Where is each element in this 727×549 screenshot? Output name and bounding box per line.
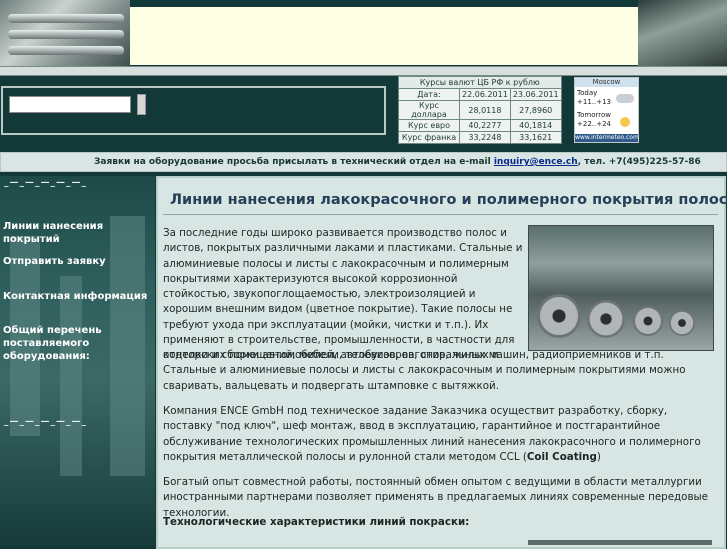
currency-date-2: 23.06.2011 xyxy=(509,88,562,101)
sidebar-item-coating-lines[interactable]: Линии нанесения покрытий xyxy=(3,220,153,246)
currency-date-label: Дата: xyxy=(398,88,460,101)
subheading-specs: Технологические характеристики линий пок… xyxy=(163,516,470,528)
weather-tomorrow-label: Tomorrow xyxy=(577,111,611,119)
header-banner xyxy=(130,7,638,65)
currency-rates-table: Курсы валют ЦБ РФ к рублю Дата: 22.06.20… xyxy=(398,76,562,144)
sidebar-divider-bottom: _—_—_—_—_—_ xyxy=(4,417,87,427)
sidebar-divider-top: _—_—_—_—_—_ xyxy=(4,178,87,188)
email-link[interactable]: inquiry@ence.ch xyxy=(494,157,578,167)
header-divider xyxy=(0,66,727,76)
sidebar: _—_—_—_—_—_ Линии нанесения покрытий Отп… xyxy=(0,176,155,545)
currency-row-label: Курс евро xyxy=(398,119,460,132)
sidebar-item-contacts[interactable]: Контактная информация xyxy=(3,290,153,303)
currency-row-value: 40,1814 xyxy=(509,119,562,132)
currency-row-label: Курс доллара xyxy=(398,100,460,120)
sidebar-background-image xyxy=(60,276,82,476)
weather-city: Moscow xyxy=(575,78,638,87)
search-button[interactable] xyxy=(137,94,146,115)
notice-bar: Заявки на оборудование просьба присылать… xyxy=(0,152,727,172)
cloud-icon xyxy=(616,94,634,103)
header-image-factory xyxy=(638,0,727,68)
weather-source-link[interactable]: www.intermeteo.com xyxy=(575,134,639,142)
header-image-pipes xyxy=(0,0,130,68)
search-input[interactable] xyxy=(9,96,131,113)
currency-row-value: 27,8960 xyxy=(509,100,562,120)
sun-icon xyxy=(620,117,630,127)
coil-coating-term: Coil Coating xyxy=(526,450,597,463)
currency-row-value: 33,2248 xyxy=(459,131,511,144)
paragraph-intro-1: За последние годы широко развивается про… xyxy=(163,227,523,362)
paragraph-company: Компания ENCE GmbH под техническое задан… xyxy=(163,404,715,465)
company-text-end: ) xyxy=(596,450,601,463)
coil-storage-photo xyxy=(528,225,714,351)
paragraph-intro-2: конторских помещений, мебели, телевизоро… xyxy=(163,349,686,392)
currency-date-1: 22.06.2011 xyxy=(459,88,511,101)
notice-phone: , тел. +7(495)225-57-86 xyxy=(577,157,701,167)
currency-caption: Курсы валют ЦБ РФ к рублю xyxy=(398,76,562,89)
weather-today-label: Today xyxy=(577,89,598,97)
sidebar-item-equipment-list[interactable]: Общий перечень поставляемого оборудовани… xyxy=(3,324,123,363)
sidebar-item-send-request[interactable]: Отправить заявку xyxy=(3,255,153,268)
company-text: Компания ENCE GmbH под техническое задан… xyxy=(163,405,701,463)
currency-row-value: 40,2277 xyxy=(459,119,511,132)
weather-tomorrow-temp: +22..+24 xyxy=(577,120,611,128)
line-photo xyxy=(528,540,712,545)
currency-row-value: 33,1621 xyxy=(509,131,562,144)
page-title: Линии нанесения лакокрасочного и полимер… xyxy=(170,192,727,208)
weather-today-temp: +11..+13 xyxy=(577,98,611,106)
paragraph-experience: Богатый опыт совместной работы, постоянн… xyxy=(163,476,708,519)
title-divider xyxy=(163,214,718,215)
currency-row-label: Курс франка xyxy=(398,131,460,144)
currency-row-value: 28,0118 xyxy=(459,100,511,120)
weather-widget[interactable]: Moscow Today +11..+13 Tomorrow +22..+24 … xyxy=(574,77,639,143)
notice-text: Заявки на оборудование просьба присылать… xyxy=(94,157,494,167)
